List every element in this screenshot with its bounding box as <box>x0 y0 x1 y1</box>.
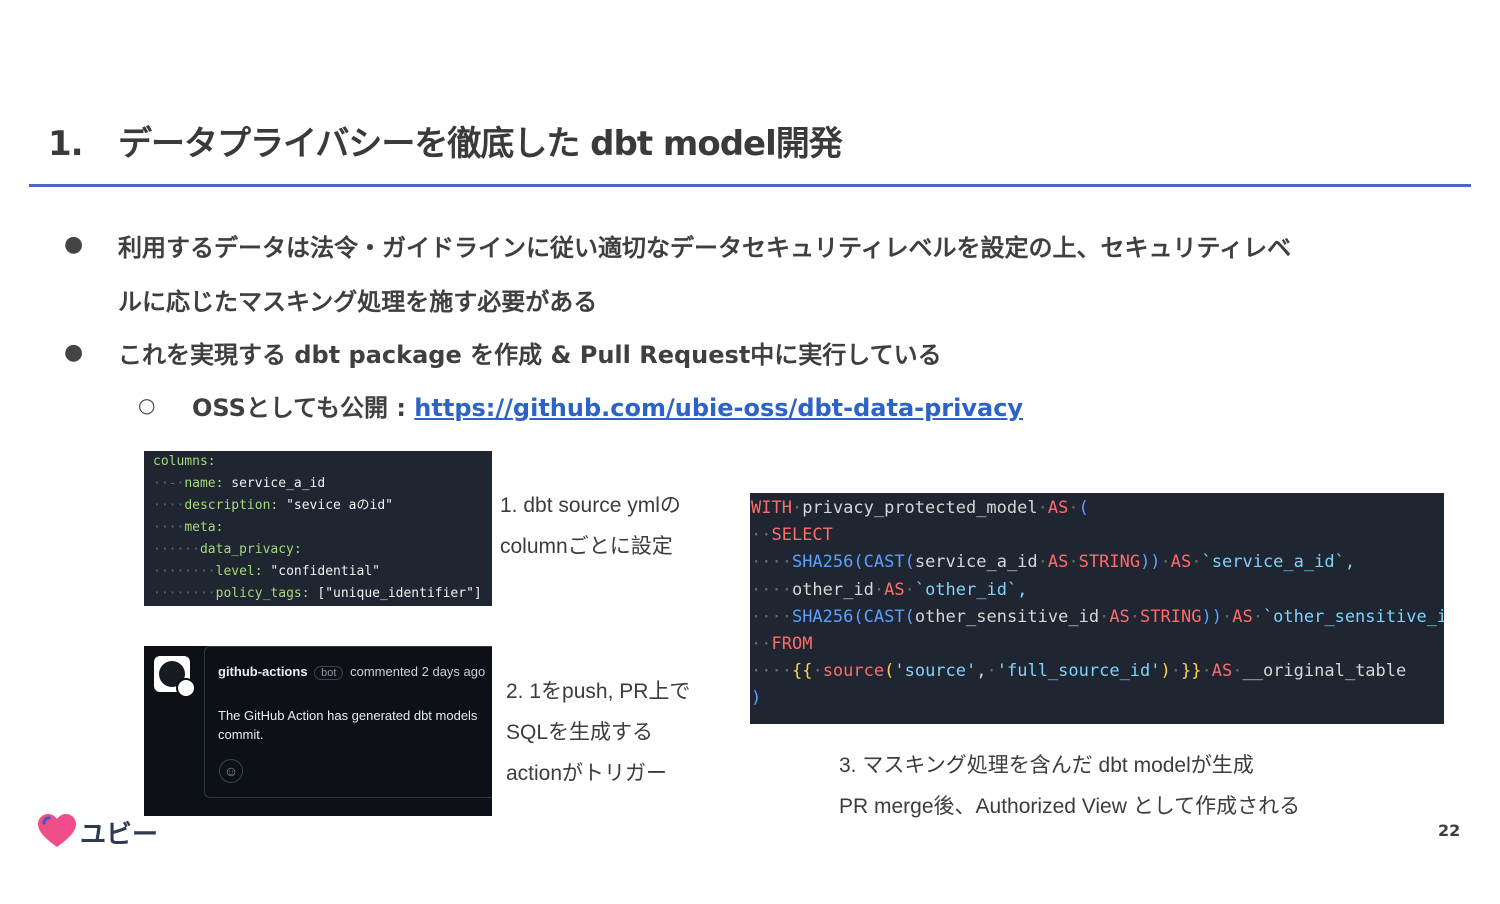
code-line: ········policy_tags: ["unique_identifier… <box>153 586 482 601</box>
ubie-logo-icon <box>36 813 78 853</box>
bullet-1-line-2: ルに応じたマスキング処理を施す必要がある <box>118 288 598 316</box>
caption-line: PR merge後、Authorized View として作成される <box>839 795 1301 818</box>
code-line: ····{{·source('source',·'full_source_id'… <box>751 661 1407 682</box>
code-line: ····other_id·AS·`other_id`, <box>751 579 1028 600</box>
title-divider <box>29 184 1471 187</box>
yml-code-snippet: columns: ··-·name: service_a_id ····desc… <box>144 451 492 606</box>
logo-text: ユビー <box>80 819 159 849</box>
bullet-dot-icon: ● <box>64 340 84 365</box>
code-line: ··-·name: service_a_id <box>153 476 326 491</box>
caption-line: SQLを生成する <box>506 721 654 744</box>
caption-2: 2. 1をpush, PR上で SQLを生成する actionがトリガー <box>506 671 690 794</box>
caption-3: 3. マスキング処理を含んだ dbt modelが生成 PR merge後、Au… <box>839 745 1300 827</box>
code-line: ··FROM <box>751 634 813 655</box>
bullet-2-text: これを実現する dbt package を作成 & Pull Request中に… <box>118 341 942 369</box>
sub-bullet: OSSとしても公開 : https://github.com/ubie-oss/… <box>192 388 1023 423</box>
comment-author: github-actions <box>218 664 308 679</box>
code-line: ····meta: <box>153 520 224 535</box>
caption-line: 2. 1をpush, PR上で <box>506 680 691 703</box>
github-repo-link[interactable]: https://github.com/ubie-oss/dbt-data-pri… <box>414 394 1023 422</box>
bot-badge: bot <box>314 666 344 680</box>
bullet-1-line-1: 利用するデータは法令・ガイドラインに従い適切なデータセキュリティレベルを設定の上… <box>118 234 1292 262</box>
code-line: ) <box>751 688 762 709</box>
caption-line: actionがトリガー <box>506 762 668 785</box>
slide-title-text: データプライバシーを徹底した dbt model開発 <box>118 124 843 164</box>
bullet-dot-icon: ● <box>64 232 84 257</box>
caption-1: 1. dbt source ymlの columnごとに設定 <box>500 485 681 567</box>
sub-bullet-prefix: OSSとしても公開 : <box>192 394 415 422</box>
comment-meta: commented 2 days ago <box>350 664 486 679</box>
code-line: WITH·privacy_protected_model·AS·( <box>751 498 1089 518</box>
github-comment-screenshot: github-actions bot commented 2 days ago … <box>144 646 492 816</box>
smiley-icon: ☺ <box>219 759 243 783</box>
code-line: ······data_privacy: <box>153 542 302 557</box>
code-line: columns: <box>153 454 216 469</box>
page-number: 22 <box>1438 821 1461 840</box>
comment-body-line: commit. <box>218 727 264 742</box>
caption-line: columnごとに設定 <box>500 535 673 558</box>
comment-header: github-actions bot commented 2 days ago <box>218 664 485 680</box>
sql-code-snippet: WITH·privacy_protected_model·AS·( ··SELE… <box>750 493 1444 724</box>
comment-body: The GitHub Action has generated dbt mode… <box>218 706 477 744</box>
slide-title-number: 1. <box>48 124 84 164</box>
code-line: ··SELECT <box>751 525 833 546</box>
code-line: ····SHA256(CAST(service_a_id·AS·STRING))… <box>751 552 1356 573</box>
sub-bullet-circle-icon: ○ <box>138 393 156 417</box>
code-line: ········level: "confidential" <box>153 564 380 579</box>
code-line: ····description: "sevice aのid" <box>153 498 393 513</box>
comment-body-line: The GitHub Action has generated dbt mode… <box>218 708 478 723</box>
caption-line: 3. マスキング処理を含んだ dbt modelが生成 <box>839 754 1254 777</box>
github-badge-icon <box>176 678 196 698</box>
slide-title: 1. データプライバシーを徹底した dbt model開発 <box>48 116 843 165</box>
code-line: ····SHA256(CAST(other_sensitive_id·AS·ST… <box>751 606 1444 627</box>
github-avatar-icon <box>154 656 196 698</box>
caption-line: 1. dbt source ymlの <box>500 494 681 517</box>
